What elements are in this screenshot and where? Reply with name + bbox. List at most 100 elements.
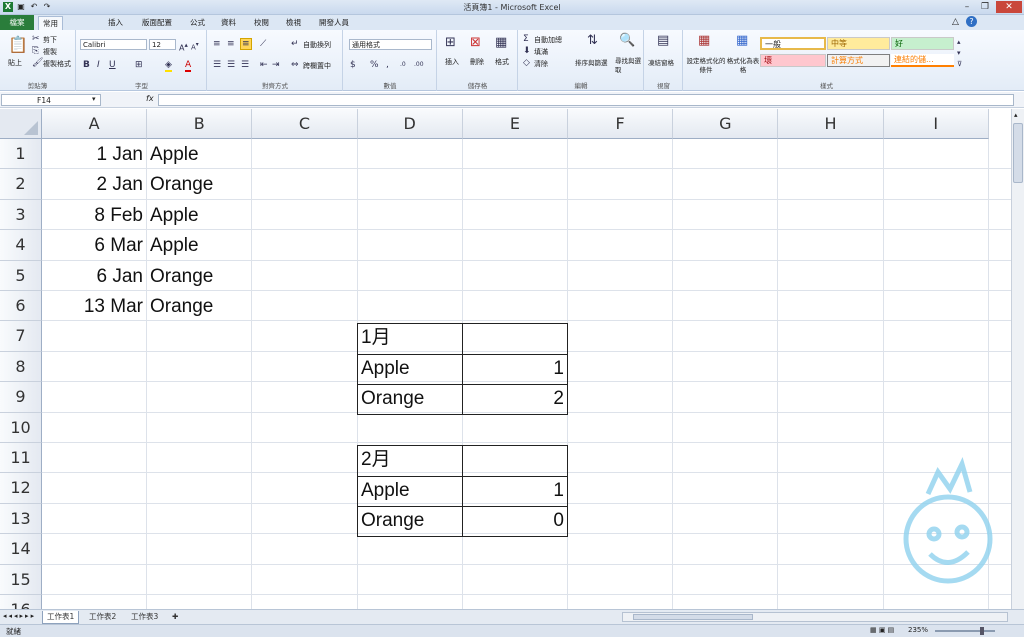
styles-more-icon[interactable]: ⊽ [957, 59, 962, 69]
column-header-C[interactable]: C [252, 109, 358, 139]
autosum-icon[interactable]: Σ [523, 34, 529, 44]
cell-A5[interactable]: 6 Jan [43, 262, 143, 292]
font-name-select[interactable]: Calibri [80, 39, 147, 50]
format-cells-button[interactable]: 格式 [495, 57, 509, 67]
row-header-15[interactable]: 15 [0, 564, 42, 595]
orientation-icon[interactable]: ⟋ [260, 39, 266, 49]
cell-B4[interactable]: Apple [150, 231, 199, 261]
cell-B6[interactable]: Orange [150, 292, 213, 322]
copy-icon[interactable]: ⎘ [32, 46, 39, 56]
decrease-indent-icon[interactable]: ⇤ [260, 60, 268, 70]
cut-button[interactable]: 剪下 [43, 35, 57, 45]
tab-review[interactable]: 校閱 [250, 16, 273, 30]
style-normal[interactable]: 一般 [760, 37, 826, 50]
row-header-6[interactable]: 6 [0, 291, 42, 322]
cell-D12[interactable]: Apple [361, 476, 410, 506]
sheet-nav-icon[interactable]: ◂◂◂▸▸▸ [3, 612, 36, 620]
font-size-select[interactable]: 12 [149, 39, 176, 50]
select-all-corner[interactable] [0, 109, 42, 139]
clear-icon[interactable]: ◇ [523, 58, 530, 68]
vertical-scrollbar[interactable]: ▴ [1011, 109, 1024, 609]
column-header-G[interactable]: G [673, 109, 779, 139]
row-header-13[interactable]: 13 [0, 503, 42, 535]
cell-D7[interactable]: 1月 [361, 323, 391, 353]
row-header-4[interactable]: 4 [0, 230, 42, 261]
scroll-up-icon[interactable]: ▴ [1014, 111, 1018, 119]
cell-D9[interactable]: Orange [361, 384, 424, 414]
font-color-icon[interactable]: A [185, 60, 192, 72]
name-box[interactable]: F14 [1, 94, 101, 106]
sheet-tab-1[interactable]: 工作表1 [42, 611, 80, 624]
cell-A3[interactable]: 8 Feb [43, 201, 143, 231]
align-left-icon[interactable]: ☰ [213, 60, 221, 70]
cell-A6[interactable]: 13 Mar [43, 292, 143, 322]
styles-scroll-down-icon[interactable]: ▾ [957, 48, 961, 58]
cell-A1[interactable]: 1 Jan [43, 140, 143, 170]
worksheet-grid[interactable]: ABCDEFGHI 12345678910111213141516 1 Jan … [0, 109, 1011, 609]
tab-developer[interactable]: 開發人員 [315, 16, 353, 30]
find-select-button[interactable]: 尋找與選取 [615, 57, 643, 75]
underline-icon[interactable]: U [109, 60, 116, 70]
cell-A2[interactable]: 2 Jan [43, 170, 143, 200]
minimize-button[interactable]: – [960, 1, 974, 13]
zoom-slider[interactable] [935, 630, 995, 632]
ribbon-minimize-icon[interactable]: △ [952, 17, 959, 27]
sort-filter-button[interactable]: 排序與篩選 [575, 57, 608, 67]
style-bad[interactable]: 壞 [760, 54, 826, 67]
name-box-dropdown-icon[interactable]: ▾ [92, 95, 96, 103]
cell-E13[interactable]: 0 [463, 506, 564, 536]
cell-B1[interactable]: Apple [150, 140, 199, 170]
cell-D13[interactable]: Orange [361, 506, 424, 536]
align-middle-icon[interactable]: ≡ [227, 39, 235, 49]
restore-button[interactable]: ❐ [978, 1, 992, 13]
cell-B2[interactable]: Orange [150, 170, 213, 200]
paste-button[interactable]: 貼上 [8, 58, 22, 68]
row-header-3[interactable]: 3 [0, 199, 42, 231]
number-format-select[interactable]: 通用格式 [349, 39, 432, 50]
italic-icon[interactable]: I [97, 60, 100, 70]
cell-B3[interactable]: Apple [150, 201, 199, 231]
formula-input[interactable] [158, 94, 1014, 106]
merge-center-icon[interactable]: ⇔ [291, 60, 299, 70]
row-header-9[interactable]: 9 [0, 382, 42, 413]
decrease-decimal-icon[interactable]: .00 [414, 60, 424, 70]
align-bottom-icon[interactable]: ≡ [240, 38, 252, 50]
sort-filter-icon[interactable]: ⇅ [587, 34, 598, 47]
fill-icon[interactable]: ⬇ [523, 46, 531, 56]
horizontal-scrollbar[interactable] [622, 612, 1008, 622]
row-header-14[interactable]: 14 [0, 534, 42, 565]
conditional-format-button[interactable]: 設定格式化的條件 [686, 57, 726, 75]
tab-data[interactable]: 資料 [217, 16, 240, 30]
tab-insert[interactable]: 插入 [104, 16, 127, 30]
tab-formulas[interactable]: 公式 [186, 16, 209, 30]
column-header-I[interactable]: I [883, 109, 989, 139]
help-icon[interactable]: ? [966, 16, 977, 27]
style-calculation[interactable]: 計算方式 [827, 54, 890, 67]
style-linked-cell[interactable]: 連結的儲... [891, 54, 954, 67]
zoom-level[interactable]: 235% [908, 626, 928, 634]
wrap-text-button[interactable]: 自動換列 [303, 40, 331, 50]
format-as-table-button[interactable]: 格式化為表格 [726, 57, 760, 75]
row-header-5[interactable]: 5 [0, 260, 42, 291]
row-header-16[interactable]: 16 [0, 595, 42, 609]
zoom-slider-thumb[interactable] [980, 627, 984, 635]
increase-decimal-icon[interactable]: .0 [400, 60, 406, 70]
row-header-1[interactable]: 1 [0, 139, 42, 170]
sheet-tab-2[interactable]: 工作表2 [85, 611, 120, 624]
insert-cells-button[interactable]: 插入 [445, 57, 459, 67]
row-header-8[interactable]: 8 [0, 351, 42, 383]
format-painter-icon[interactable]: 🖌 [32, 58, 43, 68]
sheet-tab-3[interactable]: 工作表3 [127, 611, 162, 624]
wrap-text-icon[interactable]: ↵ [291, 39, 299, 49]
cut-icon[interactable]: ✂ [32, 34, 40, 44]
cell-A4[interactable]: 6 Mar [43, 231, 143, 261]
styles-scroll-up-icon[interactable]: ▴ [957, 37, 961, 47]
grow-font-icon[interactable]: A▴ [179, 40, 188, 54]
paste-icon[interactable]: 📋 [8, 36, 28, 54]
find-select-icon[interactable]: 🔍 [619, 34, 635, 47]
tab-file[interactable]: 檔案 [0, 15, 34, 30]
column-header-A[interactable]: A [42, 109, 148, 139]
cell-B5[interactable]: Orange [150, 262, 213, 292]
vertical-scroll-thumb[interactable] [1013, 123, 1023, 183]
cell-E8[interactable]: 1 [463, 354, 564, 384]
